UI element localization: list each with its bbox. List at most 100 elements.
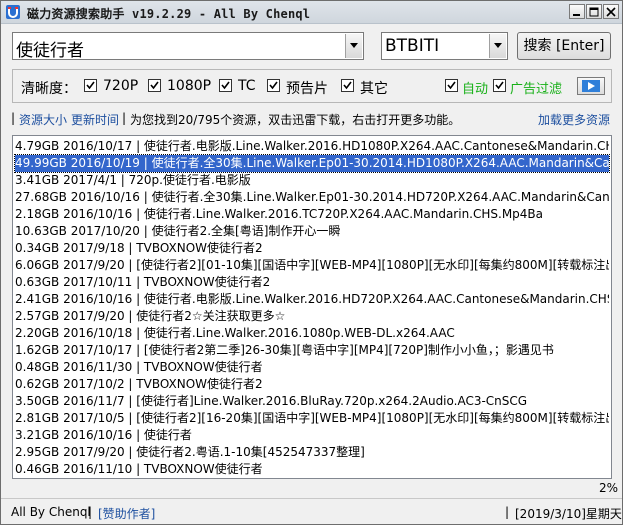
search-query-dropdown-button[interactable] <box>345 34 362 58</box>
checkbox-720p[interactable] <box>84 79 97 92</box>
result-row[interactable]: 10.63GB 2017/10/20 | 使徒行者2.全集[粤语]制作开心一瞬 <box>15 223 609 240</box>
result-row[interactable]: 0.63GB 2017/10/11 | TVBOXNOW使徒行者2 <box>15 274 609 291</box>
result-title: [使徒行者]Line.Walker.2016.BluRay.720p.x264.… <box>136 394 528 408</box>
checkbox-auto-label[interactable]: 自动 <box>462 78 488 97</box>
source-site-select[interactable]: BTBITI <box>381 32 508 60</box>
checkbox-1080p[interactable] <box>148 79 161 92</box>
result-date: 2017/9/20 <box>63 309 125 323</box>
result-row[interactable]: 49.99GB 2016/10/19 | 使徒行者.全30集.Line.Walk… <box>14 154 610 173</box>
checkmark-icon <box>150 81 159 90</box>
play-button[interactable] <box>577 77 605 95</box>
separator: | <box>505 505 510 519</box>
result-row[interactable]: 2.95GB 2017/9/20 | 使徒行者2.粤语.1-10集[452547… <box>15 444 609 461</box>
checkmark-icon <box>447 81 456 90</box>
checkbox-1080p-label[interactable]: 1080P <box>167 78 211 94</box>
result-count-message: 为您找到20/795个资源，双击迅雷下载，右击打开更多功能。 <box>130 113 461 127</box>
result-size: 3.50GB <box>15 394 60 408</box>
donate-link[interactable]: [赞助作者] <box>98 505 155 522</box>
checkbox-other[interactable] <box>341 79 354 92</box>
result-row[interactable]: 2.18GB 2016/10/16 | 使徒行者.Line.Walker.201… <box>15 206 609 223</box>
checkbox-trailer-label[interactable]: 预告片 <box>286 78 328 98</box>
result-size: 49.99GB <box>15 156 67 170</box>
result-size: 6.06GB <box>15 258 60 272</box>
result-row[interactable]: 2.81GB 2017/10/5 | [使徒行者2][16-20集][国语中字]… <box>15 410 609 427</box>
minimize-icon <box>573 14 580 16</box>
result-row[interactable]: 0.48GB 2016/11/30 | TVBOXNOW使徒行者 <box>15 359 609 376</box>
sort-by-size-link[interactable]: 资源大小 <box>19 111 67 128</box>
result-size: 0.46GB <box>15 462 60 476</box>
result-row[interactable]: 27.68GB 2016/10/16 | 使徒行者.全30集.Line.Walk… <box>15 189 609 206</box>
result-size: 2.20GB <box>15 326 60 340</box>
checkmark-icon <box>495 81 504 90</box>
result-size: 2.57GB <box>15 309 60 323</box>
result-list[interactable]: 4.79GB 2016/10/17 | 使徒行者.电影版.Line.Walker… <box>12 135 612 479</box>
result-row[interactable]: 1.62GB 2017/10/17 | [使徒行者2第二季]26-30集][粤语… <box>15 342 609 359</box>
result-row[interactable]: 2.57GB 2017/9/20 | 使徒行者2☆关注获取更多☆ <box>15 308 609 325</box>
checkmark-icon <box>86 81 95 90</box>
result-title: 使徒行者.电影版.Line.Walker.2016.HD1080P.X264.A… <box>143 139 609 153</box>
chevron-down-icon <box>350 43 358 48</box>
maximize-button[interactable] <box>586 4 602 19</box>
result-title: 使徒行者2.粤语.1-10集[452547337整理] <box>136 445 365 459</box>
minimize-button[interactable] <box>569 4 585 19</box>
checkbox-ad-filter[interactable] <box>493 79 506 92</box>
result-title: [使徒行者2][01-10集][国语中字][WEB-MP4][1080P][无水… <box>136 258 609 272</box>
result-row[interactable]: 3.50GB 2016/11/7 | [使徒行者]Line.Walker.201… <box>15 393 609 410</box>
separator: | <box>88 505 93 519</box>
result-row[interactable]: 0.46GB 2016/11/10 | TVBOXNOW使徒行者 <box>15 461 609 478</box>
result-size: 0.34GB <box>15 241 60 255</box>
search-query-combobox[interactable]: 使徒行者 <box>12 32 364 61</box>
result-row[interactable]: 4.79GB 2016/10/17 | 使徒行者.电影版.Line.Walker… <box>15 138 609 155</box>
result-row[interactable]: 2.20GB 2016/10/18 | 使徒行者.Line.Walker.201… <box>15 325 609 342</box>
result-title: TVBOXNOW使徒行者2 <box>136 241 263 255</box>
result-size: 4.79GB <box>15 139 60 153</box>
result-title: 使徒行者.全30集.Line.Walker.Ep01-30.2014.HD108… <box>151 156 609 170</box>
result-size: 0.63GB <box>15 275 60 289</box>
result-title: 使徒行者 <box>143 428 192 442</box>
result-date: 2016/10/16 <box>63 207 133 221</box>
result-date: 2017/9/20 <box>63 258 125 272</box>
search-button[interactable]: 搜索 [Enter] <box>517 32 611 60</box>
checkbox-tc-label[interactable]: TC <box>238 78 256 94</box>
result-size: 3.41GB <box>15 173 60 187</box>
checkbox-trailer[interactable] <box>267 79 280 92</box>
status-bar: All By Chenql | [赞助作者] | [2019/3/10]星期天 <box>1 498 622 525</box>
result-row[interactable]: 0.62GB 2017/10/2 | TVBOXNOW使徒行者2 <box>15 376 609 393</box>
checkmark-icon <box>343 81 352 90</box>
result-date: 2017/10/2 <box>63 377 125 391</box>
checkbox-720p-label[interactable]: 720P <box>103 78 138 94</box>
result-title: TVBOXNOW使徒行者 <box>143 360 263 374</box>
progress-text: 2% <box>599 481 619 495</box>
separator: | <box>122 111 127 125</box>
result-row[interactable]: 3.21GB 2016/10/16 | 使徒行者 <box>15 427 609 444</box>
result-title: 使徒行者2.全集[粤语]制作开心一瞬 <box>151 224 341 238</box>
app-window: 磁力资源搜索助手 v19.2.29 - All By Chenql 使徒行者 B… <box>0 0 623 525</box>
result-title: [使徒行者2第二季]26-30集][粤语中字][MP4][720P]制作小小鱼，… <box>143 343 554 357</box>
result-row[interactable]: 6.06GB 2017/9/20 | [使徒行者2][01-10集][国语中字]… <box>15 257 609 274</box>
magnet-app-icon <box>5 4 21 20</box>
checkbox-tc[interactable] <box>219 79 232 92</box>
checkbox-auto[interactable] <box>445 79 458 92</box>
resolution-label: 清晰度： <box>21 81 77 97</box>
checkbox-other-label[interactable]: 其它 <box>360 78 388 98</box>
resolution-filter-panel: 清晰度： 720P 1080P TC 预告片 其它 自动 广告过滤 <box>12 69 612 103</box>
result-date: 2017/9/18 <box>63 241 125 255</box>
title-bar[interactable]: 磁力资源搜索助手 v19.2.29 - All By Chenql <box>1 1 622 24</box>
sort-by-time-link[interactable]: 更新时间 <box>71 111 119 128</box>
result-date: 2016/10/19 <box>70 156 140 170</box>
load-more-link[interactable]: 加载更多资源 <box>538 111 610 128</box>
search-query-value: 使徒行者 <box>16 41 84 61</box>
checkbox-ad-filter-label[interactable]: 广告过滤 <box>510 78 562 97</box>
author-text: All By Chenql <box>11 505 91 519</box>
result-row[interactable]: 2.41GB 2016/10/16 | 使徒行者.电影版.Line.Walker… <box>15 291 609 308</box>
source-site-dropdown-button[interactable] <box>489 34 506 58</box>
close-button[interactable] <box>603 4 619 19</box>
result-date: 2016/11/10 <box>63 462 133 476</box>
result-size: 0.62GB <box>15 377 60 391</box>
result-title: 使徒行者.Line.Walker.2016.TC720P.X264.AAC.Ma… <box>143 207 544 221</box>
result-row[interactable]: 3.41GB 2017/4/1 | 720p.使徒行者.电影版 <box>15 172 609 189</box>
result-date: 2016/10/17 <box>63 139 133 153</box>
result-title: 使徒行者2☆关注获取更多☆ <box>136 309 286 323</box>
source-site-value: BTBITI <box>385 36 440 56</box>
result-row[interactable]: 0.34GB 2017/9/18 | TVBOXNOW使徒行者2 <box>15 240 609 257</box>
